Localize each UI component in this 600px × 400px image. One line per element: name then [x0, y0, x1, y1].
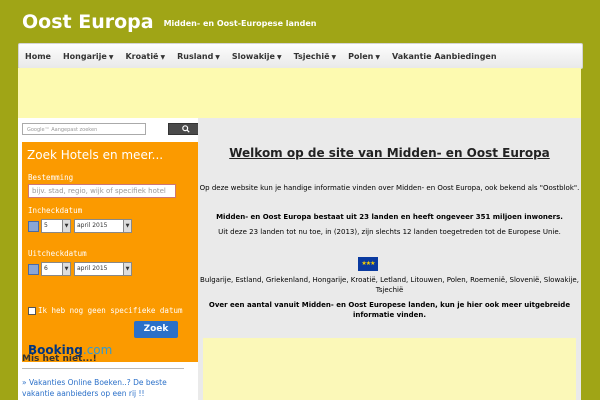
- caret-down-icon: ▼: [215, 53, 220, 61]
- outro-text: Over een aantal vanuit Midden- en Oost E…: [208, 301, 571, 319]
- caret-down-icon: ▼: [108, 53, 114, 61]
- stats-text: Midden- en Oost Europa bestaat uit 23 la…: [216, 213, 563, 221]
- checkout-month-select[interactable]: april 2015 ▼: [74, 262, 132, 276]
- nav-label: Polen: [348, 51, 374, 61]
- main-nav: Home Hongarije ▼ Kroatië ▼ Rusland ▼ Slowak…: [18, 43, 583, 69]
- nav-label: Vakantie Aanbiedingen: [392, 51, 497, 61]
- nav-label: Home: [25, 51, 51, 61]
- nav-item-hongarije[interactable]: Hongarije ▼: [57, 52, 120, 61]
- eu-flag-icon: ★★★: [358, 257, 378, 271]
- nav-label: Hongarije: [62, 51, 107, 61]
- caret-down-icon: ▼: [375, 53, 380, 61]
- nav-item-kroatie[interactable]: Kroatië ▼: [119, 52, 171, 61]
- no-dates-checkbox[interactable]: [28, 307, 36, 315]
- site-subtitle: Midden- en Oost-Europese landen: [163, 18, 317, 28]
- destination-input[interactable]: bijv. stad, regio, wijk of specifiek hot…: [28, 184, 176, 198]
- checkin-month-select[interactable]: april 2015 ▼: [74, 219, 132, 233]
- nav-item-tsjechie[interactable]: Tsjechië ▼: [288, 52, 343, 61]
- eu-text: Uit deze 23 landen tot nu toe, in (2013)…: [218, 228, 561, 236]
- sidebar-link[interactable]: » Vakanties Online Boeken..? De beste va…: [22, 377, 198, 399]
- search-icon: [182, 125, 190, 133]
- checkout-day-select[interactable]: 6 ▼: [41, 262, 71, 276]
- zoek-button[interactable]: Zoek: [134, 321, 178, 338]
- search-input[interactable]: Google™ Aangepast zoeken: [22, 123, 146, 135]
- caret-down-icon: ▼: [276, 53, 282, 61]
- nav-item-rusland[interactable]: Rusland ▼: [171, 52, 226, 61]
- top-ad-banner: [18, 68, 581, 118]
- nav-label: Rusland: [177, 51, 214, 61]
- site-title[interactable]: Oost Europa: [22, 11, 154, 33]
- site-header: Oost Europa Midden- en Oost-Europese lan…: [22, 8, 316, 36]
- nav-item-vakantie-aanbiedingen[interactable]: Vakantie Aanbiedingen: [386, 52, 503, 61]
- checkin-day-value: 5: [44, 222, 48, 229]
- checkout-month-value: april 2015: [77, 265, 108, 272]
- nav-label: Tsjechië: [293, 51, 330, 61]
- bottom-ad-banner: [203, 338, 576, 400]
- sidebar-heading: Mis het niet...!: [22, 354, 97, 364]
- nav-item-slowakije[interactable]: Slowakije ▼: [226, 52, 288, 61]
- chevron-down-icon: ▼: [62, 263, 70, 275]
- content-area: Welkom op de site van Midden- en Oost Eu…: [198, 118, 581, 400]
- sidebar: Google™ Aangepast zoeken Zoek Hotels en …: [18, 118, 208, 400]
- checkin-month-value: april 2015: [77, 222, 108, 229]
- no-dates-label: Ik heb nog geen specifieke datum: [38, 306, 183, 315]
- checkin-label: Incheckdatum: [28, 206, 83, 215]
- nav-item-polen[interactable]: Polen ▼: [342, 52, 386, 61]
- caret-down-icon: ▼: [160, 53, 166, 61]
- nav-label: Kroatië: [125, 51, 159, 61]
- caret-down-icon: ▼: [331, 53, 337, 61]
- destination-label: Bestemming: [28, 173, 74, 182]
- chevron-down-icon: ▼: [62, 220, 70, 232]
- calendar-icon[interactable]: [28, 221, 39, 232]
- main-container: Google™ Aangepast zoeken Zoek Hotels en …: [18, 118, 581, 400]
- booking-widget: Zoek Hotels en meer... Bestemming bijv. …: [22, 142, 208, 362]
- calendar-icon[interactable]: [28, 264, 39, 275]
- divider: [22, 368, 184, 369]
- booking-heading: Zoek Hotels en meer...: [27, 148, 164, 162]
- countries-text: Bulgarije, Estland, Griekenland, Hongari…: [200, 276, 579, 294]
- chevron-down-icon: ▼: [123, 263, 131, 275]
- nav-label: Slowakije: [231, 51, 275, 61]
- page-title: Welkom op de site van Midden- en Oost Eu…: [229, 146, 550, 160]
- intro-text: Op deze website kun je handige informati…: [199, 184, 580, 192]
- chevron-down-icon: ▼: [123, 220, 131, 232]
- nav-item-home[interactable]: Home: [19, 52, 57, 61]
- checkin-day-select[interactable]: 5 ▼: [41, 219, 71, 233]
- checkout-day-value: 6: [44, 265, 48, 272]
- checkout-label: Uitcheckdatum: [28, 249, 87, 258]
